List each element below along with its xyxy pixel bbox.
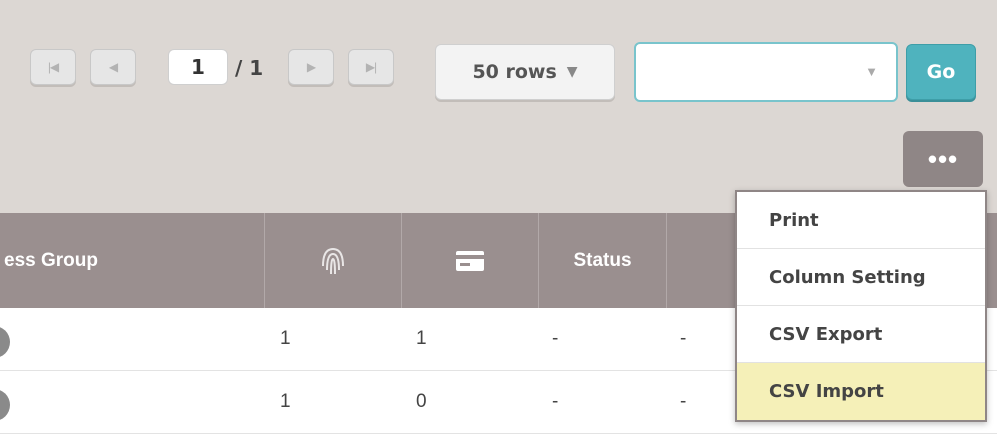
pagination-toolbar: |◀ ◀ 1 / 1 ▶ ▶| 50 rows ▼ ▼ Go [30, 42, 990, 102]
rows-per-page-dropdown[interactable]: 50 rows ▼ [435, 44, 615, 100]
last-page-button[interactable]: ▶| [348, 49, 394, 85]
status-value: - [552, 328, 559, 349]
avatar [0, 389, 10, 421]
filter-select[interactable]: ▼ [634, 42, 898, 102]
fingerprint-icon [322, 247, 344, 274]
go-button[interactable]: Go [906, 44, 976, 100]
card-count: 1 [416, 328, 427, 349]
more-options-button[interactable]: ••• [903, 131, 983, 187]
column-status[interactable]: Status [539, 213, 667, 308]
page-number-input[interactable]: 1 [168, 49, 228, 85]
more-icon: ••• [927, 144, 959, 174]
next-page-icon: ▶ [306, 60, 316, 74]
first-page-icon: |◀ [47, 60, 59, 74]
fingerprint-count: 1 [280, 328, 291, 349]
menu-item-csv-import[interactable]: CSV Import [737, 363, 985, 420]
column-label: ess Group [4, 249, 98, 271]
more-options-menu: Print Column Setting CSV Export CSV Impo… [735, 190, 987, 422]
menu-item-csv-export[interactable]: CSV Export [737, 306, 985, 363]
next-page-button[interactable]: ▶ [288, 49, 334, 85]
status-value: - [552, 391, 559, 412]
avatar [0, 326, 10, 358]
menu-item-column-setting[interactable]: Column Setting [737, 249, 985, 306]
chevron-down-icon: ▼ [865, 64, 878, 79]
column-label: Status [573, 249, 632, 271]
card-icon [456, 250, 484, 271]
first-page-button[interactable]: |◀ [30, 49, 76, 85]
extra-value: - [680, 391, 687, 412]
column-card[interactable] [402, 213, 539, 308]
chevron-down-icon: ▼ [566, 64, 578, 80]
prev-page-icon: ◀ [108, 60, 118, 74]
column-fingerprint[interactable] [265, 213, 402, 308]
prev-page-button[interactable]: ◀ [90, 49, 136, 85]
fingerprint-count: 1 [280, 391, 291, 412]
last-page-icon: ▶| [365, 60, 377, 74]
card-count: 0 [416, 391, 427, 412]
rows-per-page-label: 50 rows [472, 61, 557, 83]
page-total: / 1 [235, 56, 264, 80]
extra-value: - [680, 328, 687, 349]
column-access-group[interactable]: ess Group [0, 213, 265, 308]
menu-item-print[interactable]: Print [737, 192, 985, 249]
